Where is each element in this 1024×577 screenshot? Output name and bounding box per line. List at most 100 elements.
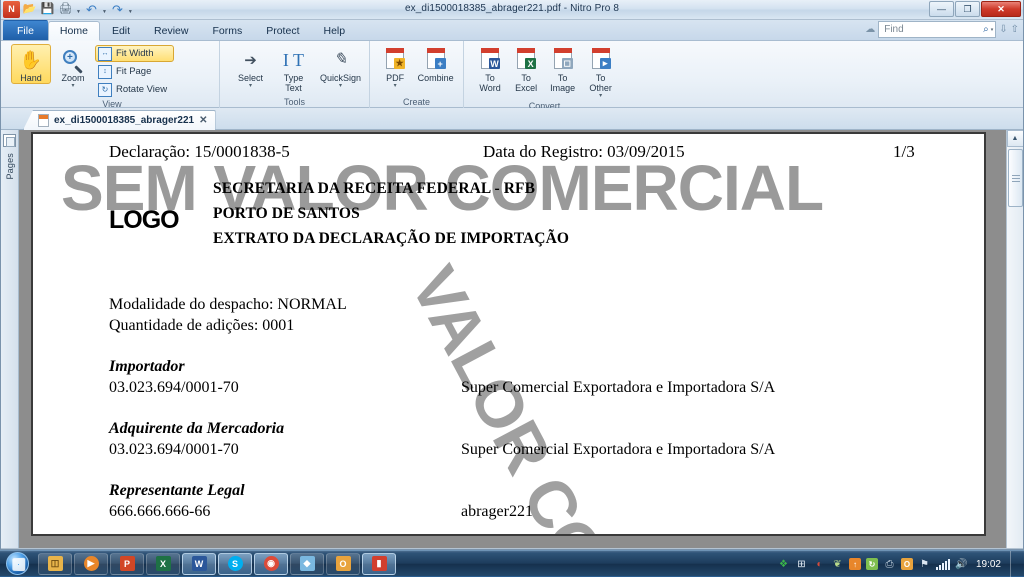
pdf-file-icon — [38, 114, 49, 127]
network-signal-icon[interactable] — [936, 559, 950, 570]
to-word-button[interactable]: W To Word — [473, 44, 507, 94]
taskbar-item-dropbox[interactable]: ◆ — [290, 553, 324, 575]
taskbar-item-skype[interactable]: S — [218, 553, 252, 575]
menu-tab-home[interactable]: Home — [48, 21, 100, 41]
fit-width-button[interactable]: ↔ Fit Width — [95, 45, 174, 62]
menu-tab-review[interactable]: Review — [142, 20, 200, 40]
view-options-column: ↔ Fit Width ↕ Fit Page ↻ Rotate View — [95, 44, 174, 98]
tray-colors-icon[interactable]: ❖ — [777, 558, 790, 571]
document-tab[interactable]: ex_di1500018385_abrager221 ✕ — [23, 110, 216, 130]
volume-icon[interactable]: 🔊 — [955, 558, 968, 571]
tray-device-icon[interactable]: ⎙ — [883, 558, 896, 571]
find-input[interactable]: Find ⌕ ▾ — [878, 21, 996, 38]
page-viewport[interactable]: SEM VALOR COMERCIAL VALOR COMERCIAL Decl… — [19, 130, 1006, 548]
scroll-up-icon[interactable]: ▲ — [1007, 130, 1024, 147]
menu-tab-protect[interactable]: Protect — [254, 20, 311, 40]
quicksign-icon: ✎ — [334, 47, 347, 73]
tray-flag-icon[interactable]: ⚑ — [918, 558, 931, 571]
to-image-button[interactable]: ◻ To Image — [545, 44, 580, 94]
windows-logo-icon — [6, 552, 29, 575]
representante-cpf: 666.666.666-66 — [109, 503, 210, 520]
taskbar-item-office[interactable]: O — [326, 553, 360, 575]
taskbar-item-word[interactable]: W — [182, 553, 216, 575]
title-bar: N 📂 💾 🖨 ▼ ↶ ▼ ↷ ▼ ex_di1500018385_abrage… — [1, 0, 1023, 20]
find-next-icon[interactable]: ⇧ — [1011, 24, 1019, 35]
zoom-tool-button[interactable]: + Zoom ▾ — [53, 44, 93, 90]
taskbar-item-powerpoint[interactable]: P — [110, 553, 144, 575]
fit-width-icon: ↔ — [98, 47, 112, 61]
find-placeholder: Find — [884, 24, 983, 35]
find-dropdown-icon[interactable]: ▾ — [991, 27, 994, 33]
vertical-scroll-thumb[interactable] — [1008, 149, 1023, 207]
menu-tab-edit[interactable]: Edit — [100, 20, 142, 40]
search-icon[interactable]: ⌕ — [983, 24, 989, 35]
ribbon-group-tools: ➔ Select ▾ I T Type Text ✎ QuickSign ▾ T… — [219, 41, 369, 108]
section-title-adquirente: Adquirente da Mercadoria — [109, 418, 347, 439]
fit-page-button[interactable]: ↕ Fit Page — [95, 63, 174, 80]
menu-tab-bar: File Home Edit Review Forms Protect Help… — [1, 20, 1023, 41]
to-image-icon: ◻ — [551, 47, 575, 73]
find-previous-icon[interactable]: ⇩ — [999, 24, 1007, 35]
start-button[interactable] — [2, 551, 32, 577]
pages-sidebar[interactable]: Pages — [1, 130, 19, 548]
to-excel-button[interactable]: X To Excel — [509, 44, 543, 94]
document-tab-label: ex_di1500018385_abrager221 — [54, 115, 194, 126]
show-desktop-button[interactable] — [1010, 551, 1018, 577]
hand-tool-button[interactable]: ✋ Hand — [11, 44, 51, 84]
zoom-dropdown-icon[interactable]: ▾ — [71, 83, 74, 89]
taskbar-item-chrome[interactable]: ◉ — [254, 553, 288, 575]
type-text-label: Type Text — [278, 73, 308, 93]
pages-panel-icon[interactable] — [3, 134, 16, 147]
hand-icon: ✋ — [20, 47, 42, 73]
page-indicator-field: 1/3 — [893, 142, 915, 162]
quicksign-button[interactable]: ✎ QuickSign ▾ — [318, 44, 363, 90]
document-tab-close-icon[interactable]: ✕ — [199, 115, 207, 126]
cloud-icon[interactable]: ☁ — [865, 24, 875, 35]
section-title-importador: Importador — [109, 356, 347, 377]
menu-tab-forms[interactable]: Forms — [200, 20, 254, 40]
tray-nvidia-icon[interactable]: ◐ — [813, 558, 826, 571]
tray-leaf-icon[interactable]: ❦ — [831, 558, 844, 571]
to-other-dropdown-icon[interactable]: ▾ — [599, 93, 602, 99]
taskbar-items: ◫ ▶ P X W S ◉ ◆ O ▮ — [38, 553, 396, 575]
menu-tab-help[interactable]: Help — [311, 20, 357, 40]
combine-icon: + — [424, 47, 448, 73]
taskbar-item-media-player[interactable]: ▶ — [74, 553, 108, 575]
rotate-view-button[interactable]: ↻ Rotate View — [95, 81, 174, 98]
representante-name: abrager221 — [461, 501, 533, 522]
close-button[interactable]: ✕ — [981, 1, 1021, 17]
taskbar-item-nitro-pro[interactable]: ▮ — [362, 553, 396, 575]
menu-tab-file[interactable]: File — [3, 20, 48, 40]
to-excel-icon: X — [514, 47, 538, 73]
tray-windows-icon[interactable]: ⊞ — [795, 558, 808, 571]
taskbar-item-explorer[interactable]: ◫ — [38, 553, 72, 575]
minimize-button[interactable]: — — [929, 1, 954, 17]
ribbon-group-convert: W To Word X To Excel ◻ To Image — [463, 41, 625, 108]
ribbon-group-view: ✋ Hand + Zoom ▾ ↔ Fit Width ↕ — [5, 41, 219, 108]
adquirente-name: Super Comercial Exportadora e Importador… — [461, 439, 775, 460]
explorer-icon: ◫ — [48, 556, 63, 571]
taskbar-clock[interactable]: 19:02 — [976, 559, 1001, 570]
tray-office-icon[interactable]: O — [901, 558, 913, 570]
type-text-button[interactable]: I T Type Text — [275, 44, 312, 94]
taskbar-item-excel[interactable]: X — [146, 553, 180, 575]
declaracao-field: Declaração: 15/0001838-5 — [109, 142, 290, 162]
zoom-tool-label: Zoom — [61, 73, 84, 83]
select-dropdown-icon[interactable]: ▾ — [249, 83, 252, 89]
excel-icon: X — [156, 556, 171, 571]
tray-update-icon[interactable]: ↑ — [849, 558, 861, 570]
to-other-button[interactable]: ▸ To Other ▾ — [582, 44, 619, 100]
quicksign-dropdown-icon[interactable]: ▾ — [339, 83, 342, 89]
pages-panel-label: Pages — [5, 153, 15, 180]
importador-cnpj: 03.023.694/0001-70 — [109, 379, 239, 396]
section-row-representante: 666.666.666-66 abrager221 — [109, 501, 347, 522]
combine-button[interactable]: + Combine — [414, 44, 457, 84]
pdf-page: SEM VALOR COMERCIAL VALOR COMERCIAL Decl… — [31, 132, 986, 536]
vertical-scrollbar[interactable]: ▲ — [1006, 130, 1023, 548]
create-pdf-button[interactable]: ★ PDF ▾ — [380, 44, 410, 90]
select-tool-button[interactable]: ➔ Select ▾ — [232, 44, 269, 90]
importador-name: Super Comercial Exportadora e Importador… — [461, 377, 775, 398]
restore-button[interactable]: ❐ — [955, 1, 980, 17]
tray-recycle-icon[interactable]: ↻ — [866, 558, 878, 570]
create-pdf-dropdown-icon[interactable]: ▾ — [394, 83, 397, 89]
